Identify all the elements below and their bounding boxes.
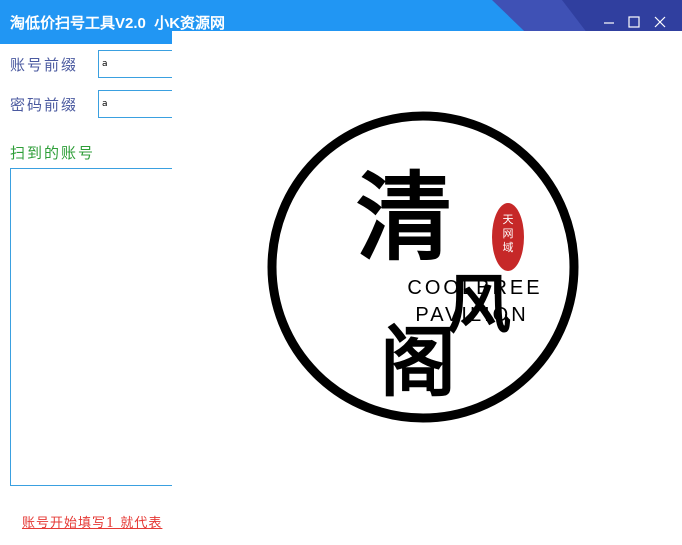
window-title: 淘低价扫号工具V2.0 小K资源网 <box>10 15 226 32</box>
minimize-icon <box>604 22 614 24</box>
minimize-button[interactable] <box>600 14 618 30</box>
logo-char-feng: 风 <box>447 268 511 343</box>
logo-char-ge: 阁 <box>380 318 456 407</box>
maximize-button[interactable] <box>625 14 643 30</box>
found-accounts-label: 扫到的账号 <box>10 144 96 162</box>
coolbree-pavilion-logo: 清 天网域 COOLBREE PAVILION 风 阁 <box>267 111 579 423</box>
close-icon <box>654 16 666 28</box>
close-button[interactable] <box>651 14 669 30</box>
maximize-icon <box>628 16 640 28</box>
account-prefix-label: 账号前缀 <box>10 56 79 74</box>
logo-char-qing: 清 <box>356 161 452 274</box>
logo-overlay: 清 天网域 COOLBREE PAVILION 风 阁 <box>172 31 682 541</box>
logo-seal-text: 天网域 <box>503 213 514 254</box>
hint-link[interactable]: 账号开始填写1 就代表 <box>22 512 162 531</box>
password-prefix-label: 密码前缀 <box>10 96 79 114</box>
